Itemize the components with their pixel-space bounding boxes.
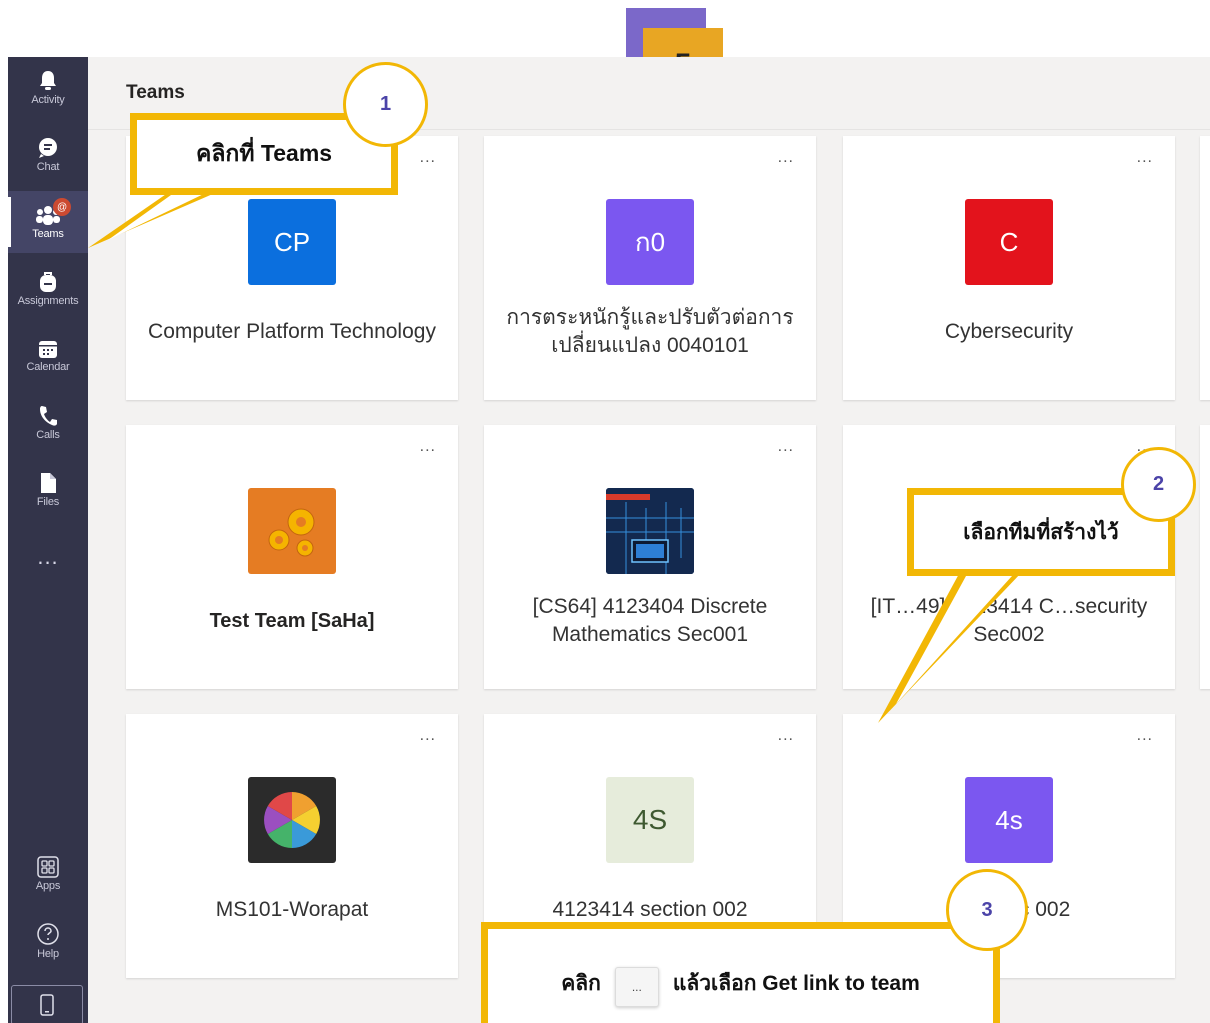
calendar-icon — [39, 341, 57, 358]
rail-label: Files — [36, 496, 60, 508]
team-card-partial[interactable] — [1200, 425, 1210, 689]
instruction-callout-3: คลิก ... แล้วเลือก Get link to team — [481, 922, 1000, 1023]
rail-item-files[interactable]: Files — [8, 459, 88, 521]
rail-item-chat[interactable]: Chat — [8, 124, 88, 186]
more-apps-button[interactable]: ... — [8, 544, 88, 570]
more-options-button[interactable]: ... — [420, 437, 436, 457]
team-avatar: ก0 — [606, 199, 694, 285]
team-avatar: CP — [248, 199, 336, 285]
team-card[interactable]: ... MS101-Worapat — [126, 714, 458, 978]
callout-text: เลือกทีมที่สร้างไว้ — [963, 520, 1119, 544]
backpack-icon — [40, 272, 56, 292]
team-name: Computer Platform Technology — [148, 320, 436, 343]
callout-text: คลิกที่ Teams — [195, 140, 333, 166]
apps-icon — [37, 856, 59, 878]
team-avatar: 4S — [606, 777, 694, 863]
mobile-icon — [40, 994, 54, 1016]
callout-text: แล้วเลือก Get link to team — [672, 972, 920, 995]
download-mobile-button[interactable] — [11, 985, 83, 1023]
rail-item-activity[interactable]: Activity — [8, 57, 88, 119]
circuit-image — [606, 488, 694, 574]
team-name: Test Team [SaHa] — [209, 610, 375, 632]
team-name: Cybersecurity — [944, 320, 1074, 343]
rail-label: Activity — [31, 94, 65, 106]
rail-label: Calls — [36, 429, 60, 441]
rail-item-apps[interactable]: Apps — [8, 843, 88, 905]
more-options-button[interactable]: ... — [778, 148, 794, 168]
more-options-button[interactable]: ... — [1137, 148, 1153, 168]
app-rail: Activity Chat Teams @ Assignments Calend… — [8, 57, 88, 1023]
step-marker-1: 1 — [343, 62, 428, 147]
team-avatar: 4s — [965, 777, 1053, 863]
rail-item-teams[interactable]: Teams @ — [8, 191, 88, 253]
phone-icon — [40, 406, 57, 426]
page-title: Teams — [126, 82, 185, 103]
team-card-partial[interactable] — [1200, 136, 1210, 400]
team-name: [CS64] 4123404 Discrete Mathematics Sec0… — [532, 595, 768, 646]
more-options-button[interactable]: ... — [778, 726, 794, 746]
step-marker-3: 3 — [946, 869, 1028, 951]
more-options-button[interactable]: ... — [1137, 726, 1153, 746]
team-card[interactable]: ... Test Team [SaHa] — [126, 425, 458, 689]
rail-item-calls[interactable]: Calls — [8, 392, 88, 454]
chat-icon — [39, 138, 57, 158]
team-name: การตระหนักรู้และปรับตัวต่อการเปลี่ยนแปลง… — [506, 306, 794, 357]
team-card[interactable]: ... ก0 การตระหนักรู้และปรับตัวต่อการเปลี… — [484, 136, 816, 400]
more-options-button[interactable]: ... — [778, 437, 794, 457]
team-card[interactable]: ... C Cybersecurity — [843, 136, 1175, 400]
rail-item-calendar[interactable]: Calendar — [8, 325, 88, 387]
callout-text: คลิก — [561, 972, 601, 995]
more-options-sample-button: ... — [614, 967, 659, 1007]
gears-icon — [248, 488, 336, 574]
rail-label: Apps — [35, 880, 61, 892]
rail-label: Chat — [36, 161, 60, 173]
team-name: [IT…49] 4123414 C…security Sec002 — [870, 595, 1148, 646]
team-avatar: C — [965, 199, 1053, 285]
more-options-button[interactable]: ... — [420, 148, 436, 168]
rail-label: Assignments — [17, 295, 79, 307]
mention-badge: @ — [53, 198, 71, 216]
bell-icon — [40, 71, 56, 90]
rail-item-assignments[interactable]: Assignments — [8, 258, 88, 320]
more-options-button[interactable]: ... — [420, 726, 436, 746]
rail-label: Teams — [32, 228, 64, 240]
rail-label: Calendar — [26, 361, 70, 373]
rail-item-help[interactable]: Help — [8, 910, 88, 972]
step-marker-2: 2 — [1121, 447, 1196, 522]
team-name: MS101-Worapat — [215, 898, 369, 921]
rail-label: Help — [37, 948, 59, 960]
team-card[interactable]: ... [CS64] 4123404 Discrete Mathematics … — [484, 425, 816, 689]
color-wheel-icon — [248, 777, 336, 863]
help-icon — [37, 923, 59, 945]
file-icon — [41, 473, 56, 493]
